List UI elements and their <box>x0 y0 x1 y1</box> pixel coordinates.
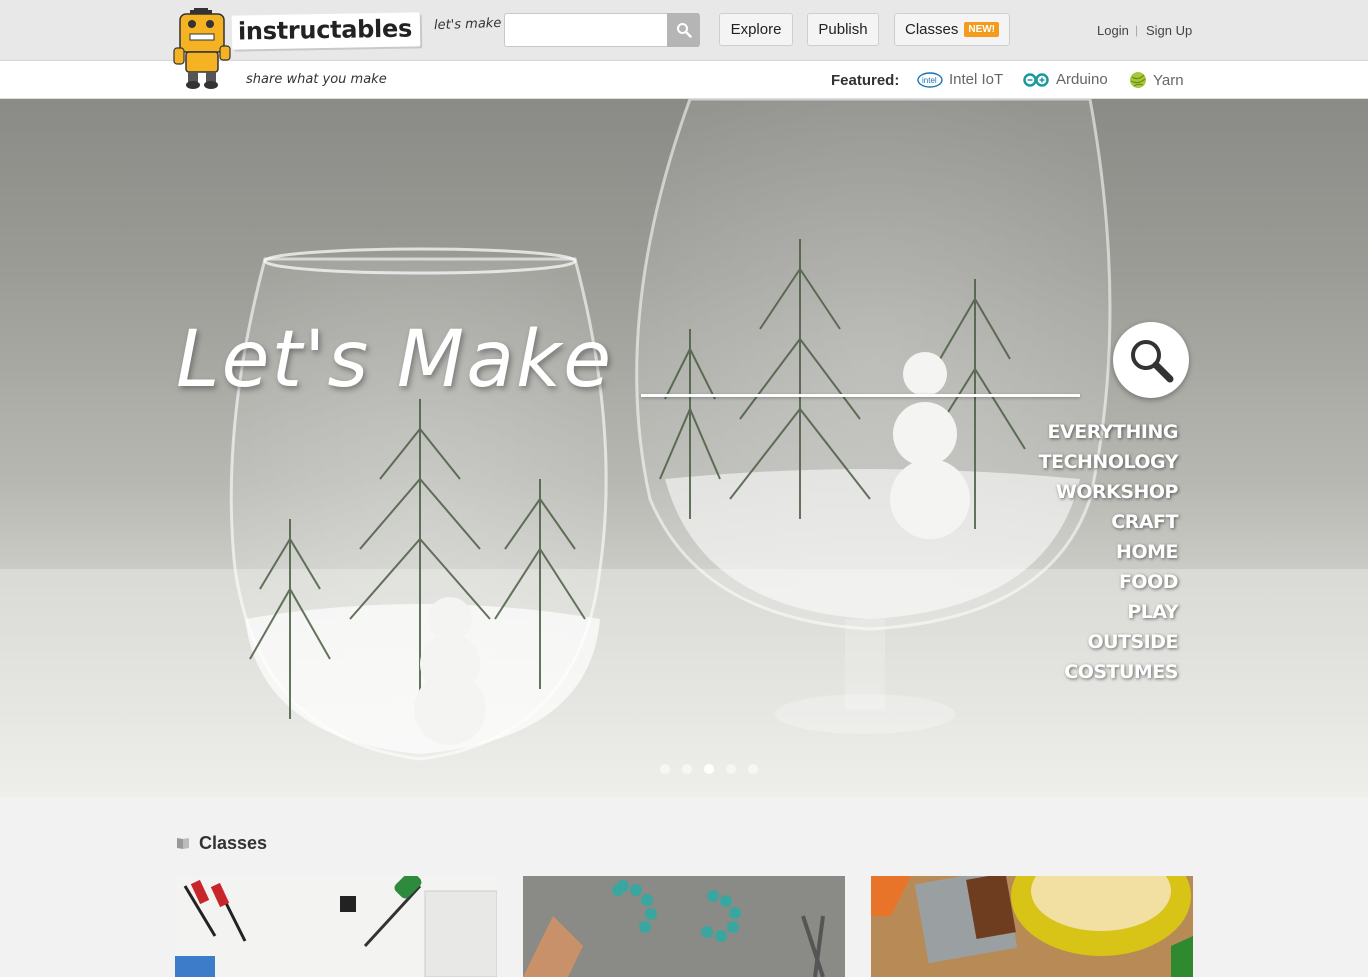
explore-button[interactable]: Explore <box>719 13 793 46</box>
featured-label: Featured: <box>831 72 900 89</box>
search-button[interactable] <box>667 13 700 47</box>
classes-label: Classes <box>904 21 959 38</box>
magnifier-icon <box>1131 340 1174 383</box>
hero-search-underline[interactable] <box>641 394 1080 397</box>
featured-intel-iot[interactable]: intel Intel IoT <box>917 71 1003 88</box>
book-icon <box>177 838 189 849</box>
category-technology[interactable]: TECHNOLOGY <box>1039 447 1179 477</box>
yarn-icon <box>1130 72 1146 88</box>
class-card-electronics[interactable] <box>175 876 497 977</box>
explore-label: Explore <box>730 21 782 38</box>
search-label: let's make <box>433 15 502 34</box>
carousel-dot[interactable] <box>726 764 736 774</box>
classes-button[interactable]: Classes NEW! <box>894 13 1010 46</box>
login-link[interactable]: Login <box>1097 23 1129 38</box>
featured-yarn-label: Yarn <box>1153 71 1184 89</box>
category-everything[interactable]: EVERYTHING <box>1039 417 1179 447</box>
class-card-baking[interactable] <box>871 876 1193 977</box>
publish-label: Publish <box>818 21 868 38</box>
hero-search-button[interactable] <box>1113 322 1189 398</box>
classes-section-title: Classes <box>199 833 268 853</box>
hero-banner: Let's Make EVERYTHING TECHNOLOGY WORKSHO… <box>0 99 1368 797</box>
class-card-image <box>871 876 1193 977</box>
robot-logo-icon[interactable] <box>172 8 238 90</box>
category-costumes[interactable]: COSTUMES <box>1039 657 1178 687</box>
carousel-dot[interactable] <box>682 764 692 774</box>
class-card-jewelry[interactable] <box>523 876 845 977</box>
category-food[interactable]: FOOD <box>1039 567 1179 597</box>
category-list: EVERYTHING TECHNOLOGY WORKSHOP CRAFT HOM… <box>1039 417 1179 687</box>
class-card-image <box>523 876 845 977</box>
category-craft[interactable]: CRAFT <box>1039 507 1178 537</box>
category-workshop[interactable]: WORKSHOP <box>1039 477 1179 507</box>
arduino-icon <box>1023 72 1049 87</box>
logo-wordmark[interactable]: instructables <box>231 12 421 50</box>
featured-arduino-label: Arduino <box>1056 71 1108 88</box>
intel-icon: intel <box>917 71 943 88</box>
category-outside[interactable]: OUTSIDE <box>1039 627 1178 657</box>
carousel-dot[interactable] <box>748 764 758 774</box>
carousel-dot-active[interactable] <box>704 764 714 774</box>
category-home[interactable]: HOME <box>1039 537 1178 567</box>
search-icon <box>676 23 692 38</box>
featured-intel-label: Intel IoT <box>949 71 1004 88</box>
carousel-dots <box>660 764 758 774</box>
featured-arduino[interactable]: Arduino <box>1022 71 1108 88</box>
publish-button[interactable]: Publish <box>807 13 879 46</box>
tagline: share what you make <box>246 72 387 87</box>
new-badge: NEW! <box>964 22 1000 37</box>
hero-title: Let's Make <box>176 315 614 405</box>
search-input[interactable] <box>504 13 668 47</box>
class-card-image <box>175 876 497 977</box>
featured-yarn[interactable]: Yarn <box>1129 71 1184 89</box>
auth-separator: | <box>1135 23 1139 37</box>
signup-link[interactable]: Sign Up <box>1146 23 1192 38</box>
svg-text:intel: intel <box>922 76 937 85</box>
category-play[interactable]: PLAY <box>1039 597 1178 627</box>
carousel-dot[interactable] <box>660 764 670 774</box>
